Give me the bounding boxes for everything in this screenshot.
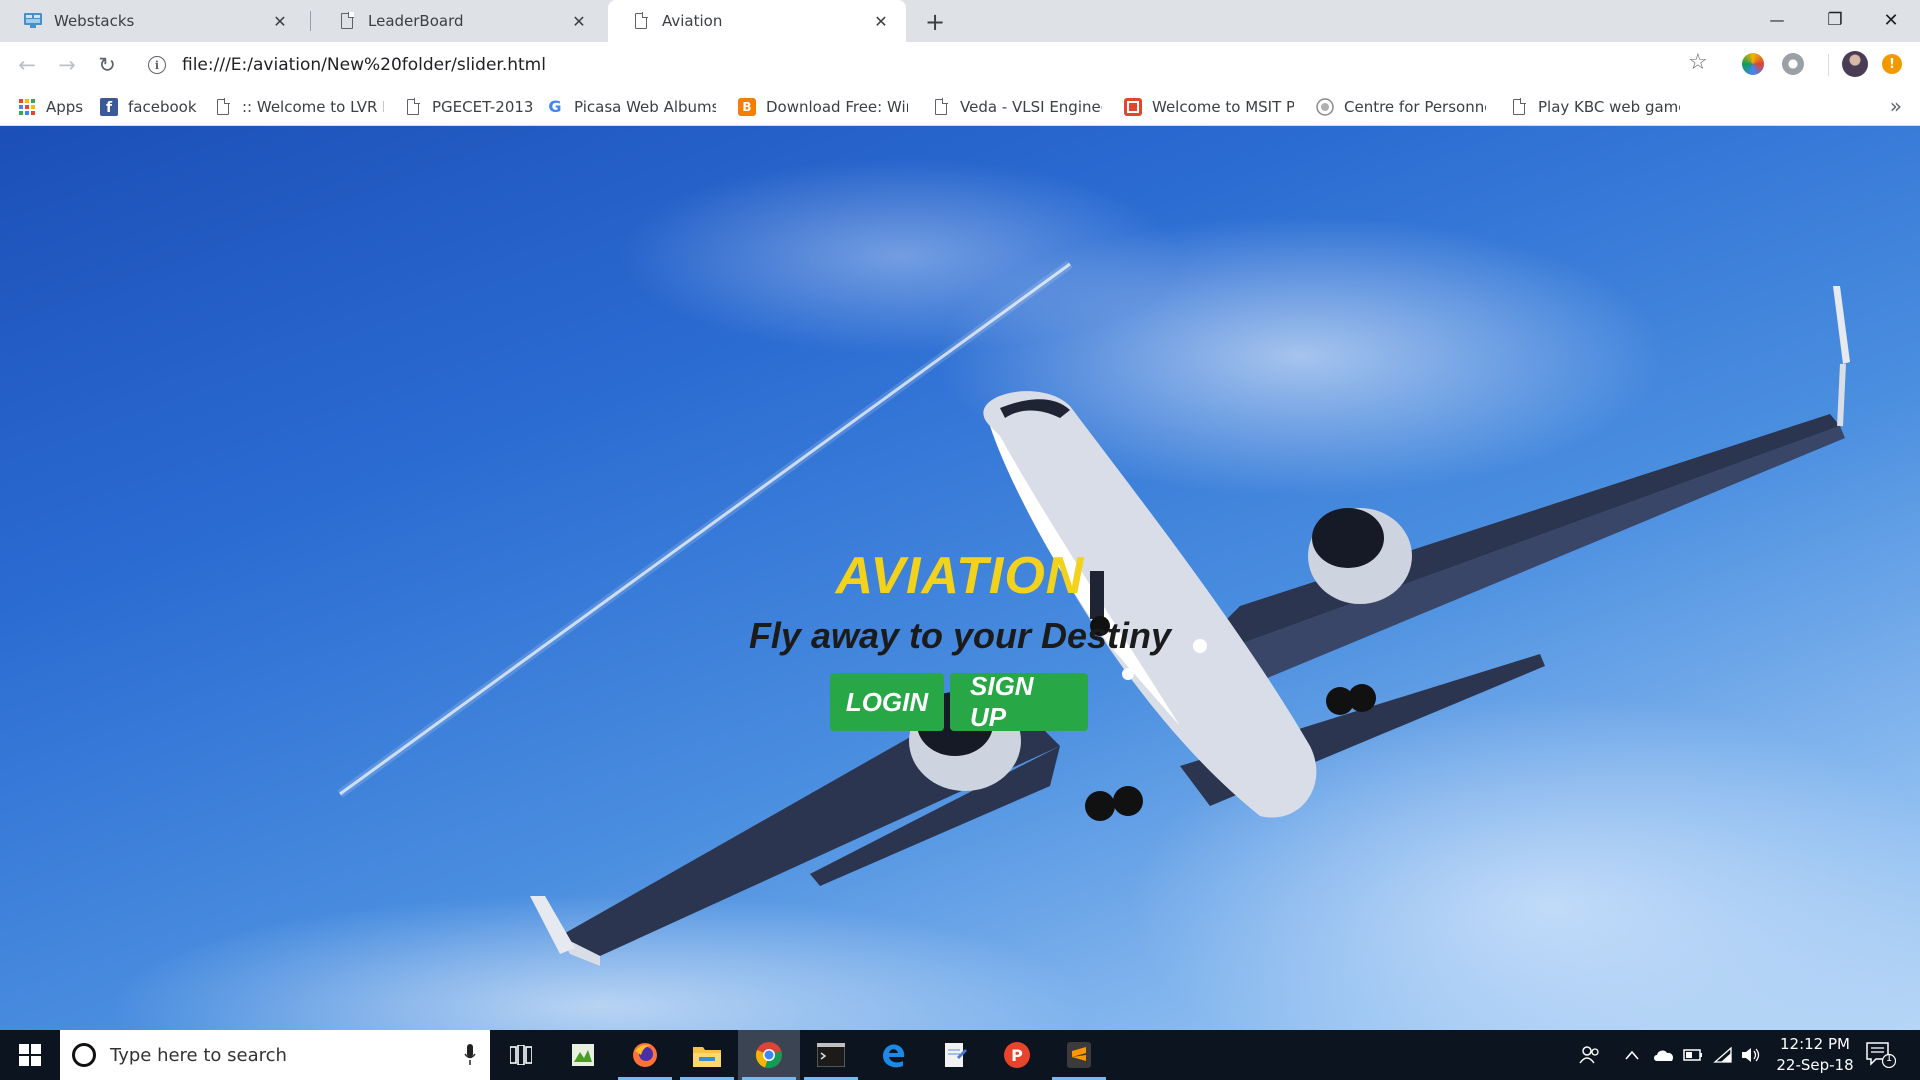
bookmarks-bar: Apps f facebook :: Welcome to LVR BR PGE… (0, 88, 1920, 126)
terminal-app-icon[interactable] (800, 1030, 862, 1080)
facebook-icon: f (100, 97, 118, 116)
edge-app-icon[interactable] (862, 1030, 924, 1080)
chrome-app-icon[interactable] (738, 1030, 800, 1080)
windows-taskbar: Type here to search P 12:12 PM 22-Sep-18… (0, 1030, 1920, 1080)
bookmark-centre[interactable]: Centre for Personnel (1316, 88, 1486, 125)
taskbar-search-box[interactable]: Type here to search (60, 1030, 490, 1080)
bookmark-label: facebook (128, 97, 197, 116)
hero-section: AVIATION Fly away to your Destiny LOGIN … (0, 126, 1920, 1030)
page-icon (404, 97, 422, 116)
page-icon (214, 97, 232, 116)
spreadsheet-app-icon[interactable] (552, 1030, 614, 1080)
page-viewport: AVIATION Fly away to your Destiny LOGIN … (0, 126, 1920, 1030)
close-tab-icon[interactable]: ✕ (870, 10, 892, 32)
notepad-app-icon[interactable] (924, 1030, 986, 1080)
update-alert-icon[interactable]: ! (1882, 54, 1902, 74)
tab-leaderboard[interactable]: LeaderBoard ✕ (314, 0, 604, 42)
bookmark-label: PGECET-2013 (432, 97, 534, 116)
apps-grid-icon (18, 98, 36, 116)
tab-webstacks[interactable]: Webstacks ✕ (0, 0, 305, 42)
reload-button[interactable]: ↻ (92, 50, 122, 80)
tab-title: Aviation (662, 12, 723, 30)
bookmark-kbc[interactable]: Play KBC web game c (1510, 88, 1680, 125)
wifi-icon[interactable] (1712, 1044, 1734, 1066)
minimize-button[interactable]: — (1748, 0, 1806, 40)
tab-title: Webstacks (54, 12, 135, 30)
onedrive-cloud-icon[interactable] (1652, 1044, 1676, 1066)
restore-button[interactable]: ❐ (1806, 0, 1864, 40)
bookmark-facebook[interactable]: f facebook (100, 88, 200, 125)
address-bar[interactable]: i file:///E:/aviation/New%20folder/slide… (148, 48, 1748, 82)
bookmark-label: Picasa Web Albums: (574, 97, 716, 116)
bookmark-label: :: Welcome to LVR BR (242, 97, 384, 116)
bookmark-picasa[interactable]: G Picasa Web Albums: (546, 88, 716, 125)
volume-icon[interactable] (1740, 1044, 1762, 1066)
tab-separator (310, 11, 311, 31)
google-icon: G (548, 97, 562, 116)
page-icon (1510, 97, 1528, 116)
blogger-icon: B (738, 97, 756, 116)
taskbar-clock[interactable]: 12:12 PM 22-Sep-18 (1770, 1034, 1860, 1076)
login-button[interactable]: LOGIN (830, 673, 944, 731)
bookmark-label: Download Free: Wind (766, 97, 908, 116)
bookmark-label: Play KBC web game c (1538, 97, 1680, 116)
forward-button[interactable]: → (52, 50, 82, 80)
bookmark-lvr[interactable]: :: Welcome to LVR BR (214, 88, 384, 125)
bookmark-download[interactable]: B Download Free: Wind (738, 88, 908, 125)
bookmarks-overflow-icon[interactable]: » (1890, 94, 1902, 118)
svg-text:P: P (1011, 1046, 1023, 1065)
battery-icon[interactable] (1682, 1044, 1704, 1066)
cortana-icon (72, 1043, 96, 1067)
hero-subtitle: Fly away to your Destiny (748, 615, 1172, 656)
people-icon[interactable] (1578, 1044, 1602, 1066)
signup-button[interactable]: SIGN UP (950, 671, 1088, 732)
toolbar-divider (1828, 54, 1829, 76)
bookmark-label: Veda - VLSI Engineeri (960, 97, 1102, 116)
bookmark-pgecet[interactable]: PGECET-2013 (404, 88, 534, 125)
url-text[interactable]: file:///E:/aviation/New%20folder/slider.… (182, 55, 546, 75)
webstacks-favicon-icon (24, 12, 42, 30)
msit-icon (1124, 97, 1142, 116)
close-window-button[interactable]: ✕ (1862, 0, 1920, 40)
bookmark-star-icon[interactable]: ☆ (1688, 50, 1708, 75)
bookmark-msit[interactable]: Welcome to MSIT Pro (1124, 88, 1294, 125)
firefox-app-icon[interactable] (614, 1030, 676, 1080)
close-tab-icon[interactable]: ✕ (269, 10, 291, 32)
start-button[interactable] (0, 1030, 60, 1080)
microphone-icon[interactable] (464, 1044, 476, 1066)
emblem-icon (1316, 97, 1334, 116)
hero-buttons: LOGIN SIGN UP (830, 671, 1088, 732)
browser-toolbar: ← → ↻ i file:///E:/aviation/New%20folder… (0, 42, 1920, 88)
clock-date: 22-Sep-18 (1776, 1056, 1854, 1074)
extension-gear-icon[interactable] (1782, 53, 1804, 75)
bookmark-label: Centre for Personnel (1344, 97, 1486, 116)
bookmark-apps[interactable]: Apps (18, 88, 88, 125)
windows-logo-icon (19, 1044, 41, 1066)
bookmark-label: Welcome to MSIT Pro (1152, 97, 1294, 116)
bookmark-label: Apps (46, 97, 84, 116)
postman-app-icon[interactable]: P (986, 1030, 1048, 1080)
task-view-icon[interactable] (490, 1030, 552, 1080)
hero-title: AVIATION (835, 547, 1085, 605)
page-icon (932, 97, 950, 116)
tab-title: LeaderBoard (368, 12, 464, 30)
site-info-icon[interactable]: i (148, 56, 166, 74)
back-button[interactable]: ← (12, 50, 42, 80)
chevron-up-icon[interactable] (1622, 1044, 1642, 1066)
page-icon (338, 12, 356, 30)
bookmark-veda[interactable]: Veda - VLSI Engineeri (932, 88, 1102, 125)
close-tab-icon[interactable]: ✕ (568, 10, 590, 32)
file-explorer-app-icon[interactable] (676, 1030, 738, 1080)
sublime-app-icon[interactable] (1048, 1030, 1110, 1080)
search-placeholder: Type here to search (110, 1044, 287, 1066)
page-icon (632, 12, 650, 30)
action-center-button[interactable]: 1 (1866, 1042, 1897, 1069)
notification-count: 1 (1885, 1053, 1893, 1064)
extension-color-icon[interactable] (1742, 53, 1764, 75)
profile-avatar[interactable] (1842, 51, 1868, 77)
clock-time: 12:12 PM (1780, 1035, 1850, 1053)
tab-aviation[interactable]: Aviation ✕ (608, 0, 906, 42)
tab-strip: Webstacks ✕ LeaderBoard ✕ Aviation ✕ + —… (0, 0, 1920, 42)
new-tab-button[interactable]: + (921, 8, 949, 36)
